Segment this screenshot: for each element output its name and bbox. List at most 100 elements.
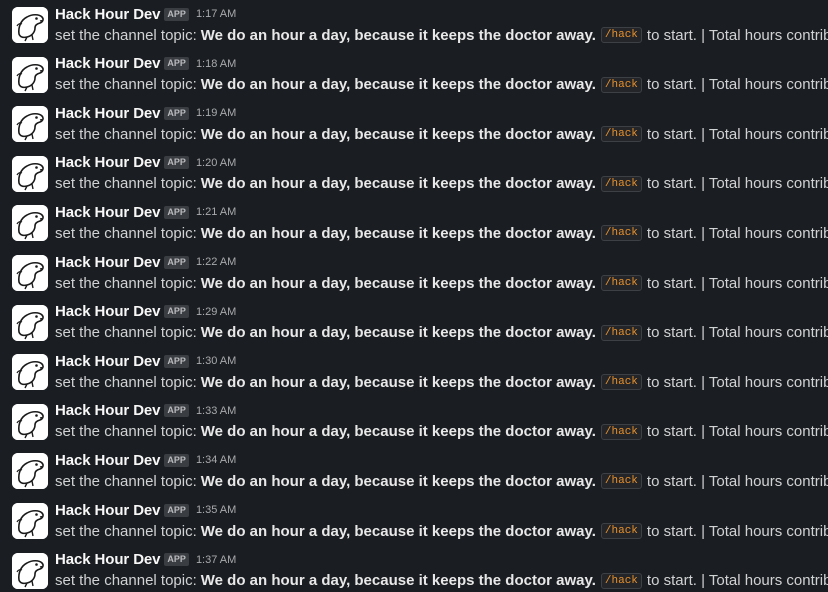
- message-body: set the channel topic: We do an hour a d…: [55, 422, 828, 442]
- message-header: Hack Hour Dev APP 1:33 AM: [55, 402, 236, 420]
- hack-command: /hack: [600, 523, 642, 539]
- topic-bold-text: We do an hour a day, because it keeps th…: [200, 224, 596, 242]
- hack-command: /hack: [600, 324, 642, 341]
- sender-name[interactable]: Hack Hour Dev: [55, 254, 161, 271]
- sender-name[interactable]: Hack Hour Dev: [55, 502, 161, 519]
- topic-rest-text: to start. | Total hours contributed: 0.0…: [646, 76, 828, 94]
- app-badge: APP: [164, 553, 189, 567]
- hack-command: /hack: [600, 572, 642, 589]
- dinosaur-icon[interactable]: [12, 205, 48, 242]
- topic-rest-text: to start. | Total hours contributed: 0.0…: [646, 572, 828, 590]
- topic-rest-text: to start. | Total hours contributed: 0.0…: [646, 472, 828, 490]
- message-header: Hack Hour Dev APP 1:30 AM: [55, 352, 236, 370]
- dinosaur-icon[interactable]: [12, 106, 48, 143]
- topic-action-text: set the channel topic:: [55, 572, 197, 590]
- message-timestamp[interactable]: 1:19 AM: [196, 107, 236, 119]
- topic-action-text: set the channel topic:: [55, 125, 197, 143]
- topic-bold-text: We do an hour a day, because it keeps th…: [200, 373, 596, 391]
- app-badge: APP: [164, 156, 189, 170]
- app-badge: APP: [164, 453, 189, 467]
- message-timestamp[interactable]: 1:20 AM: [196, 157, 236, 169]
- message-row: Hack Hour Dev APP 1:34 AM set the channe…: [0, 446, 828, 496]
- message-timestamp[interactable]: 1:37 AM: [196, 554, 236, 566]
- sender-name[interactable]: Hack Hour Dev: [55, 303, 161, 320]
- message-row: Hack Hour Dev APP 1:29 AM set the channe…: [0, 298, 828, 348]
- app-badge: APP: [164, 106, 189, 120]
- message-timestamp[interactable]: 1:34 AM: [196, 454, 236, 466]
- app-badge: APP: [164, 503, 189, 517]
- message-body: set the channel topic: We do an hour a d…: [55, 571, 828, 591]
- topic-action-text: set the channel topic:: [55, 224, 197, 242]
- topic-action-text: set the channel topic:: [55, 175, 197, 193]
- dinosaur-icon[interactable]: [12, 453, 48, 490]
- message-body: set the channel topic: We do an hour a d…: [55, 174, 828, 194]
- message-body: set the channel topic: We do an hour a d…: [55, 223, 828, 243]
- sender-name[interactable]: Hack Hour Dev: [55, 402, 161, 419]
- message-row: Hack Hour Dev APP 1:21 AM set the channe…: [0, 198, 828, 248]
- message-row: Hack Hour Dev APP 1:17 AM set the channe…: [0, 0, 828, 50]
- dinosaur-icon[interactable]: [12, 503, 48, 539]
- message-timestamp[interactable]: 1:35 AM: [196, 504, 236, 516]
- message-timestamp[interactable]: 1:17 AM: [196, 8, 236, 20]
- topic-bold-text: We do an hour a day, because it keeps th…: [200, 472, 596, 490]
- topic-rest-text: to start. | Total hours contributed: 0.0…: [646, 522, 828, 540]
- hack-command: /hack: [600, 423, 642, 440]
- topic-action-text: set the channel topic:: [55, 76, 197, 94]
- message-timestamp[interactable]: 1:29 AM: [196, 306, 236, 318]
- topic-rest-text: to start. | Total hours contributed: 0.0…: [646, 125, 828, 143]
- dinosaur-icon[interactable]: [12, 403, 48, 440]
- sender-name[interactable]: Hack Hour Dev: [55, 551, 161, 568]
- sender-name[interactable]: Hack Hour Dev: [55, 452, 161, 469]
- message-body: set the channel topic: We do an hour a d…: [55, 372, 828, 392]
- message-body: set the channel topic: We do an hour a d…: [55, 273, 828, 293]
- hack-command: /hack: [600, 126, 642, 143]
- topic-rest-text: to start. | Total hours contributed: 0.0…: [646, 26, 828, 44]
- app-badge: APP: [164, 7, 189, 21]
- sender-name[interactable]: Hack Hour Dev: [55, 6, 161, 23]
- message-timestamp[interactable]: 1:22 AM: [196, 256, 236, 268]
- message-body: set the channel topic: We do an hour a d…: [55, 25, 828, 45]
- topic-action-text: set the channel topic:: [55, 324, 197, 342]
- topic-rest-text: to start. | Total hours contributed: 0.0…: [646, 324, 828, 342]
- message-header: Hack Hour Dev APP 1:22 AM: [55, 253, 236, 271]
- dinosaur-icon[interactable]: [12, 7, 48, 43]
- app-badge: APP: [164, 305, 189, 319]
- dinosaur-icon[interactable]: [12, 304, 48, 341]
- topic-bold-text: We do an hour a day, because it keeps th…: [200, 274, 596, 292]
- hack-command: /hack: [600, 473, 642, 490]
- sender-name[interactable]: Hack Hour Dev: [55, 55, 161, 72]
- topic-action-text: set the channel topic:: [55, 472, 197, 490]
- message-body: set the channel topic: We do an hour a d…: [55, 75, 828, 95]
- hack-command: /hack: [600, 76, 642, 93]
- message-timestamp[interactable]: 1:33 AM: [196, 405, 236, 417]
- message-body: set the channel topic: We do an hour a d…: [55, 323, 828, 343]
- app-badge: APP: [164, 57, 189, 71]
- message-timestamp[interactable]: 1:21 AM: [196, 206, 236, 218]
- dinosaur-icon[interactable]: [12, 155, 48, 192]
- message-timestamp[interactable]: 1:18 AM: [196, 58, 236, 70]
- message-row: Hack Hour Dev APP 1:18 AM set the channe…: [0, 50, 828, 100]
- dinosaur-icon[interactable]: [12, 56, 48, 93]
- message-body: set the channel topic: We do an hour a d…: [55, 471, 828, 491]
- message-timestamp[interactable]: 1:30 AM: [196, 355, 236, 367]
- message-row: Hack Hour Dev APP 1:30 AM set the channe…: [0, 347, 828, 397]
- topic-action-text: set the channel topic:: [55, 274, 197, 292]
- topic-bold-text: We do an hour a day, because it keeps th…: [200, 175, 596, 193]
- message-header: Hack Hour Dev APP 1:21 AM: [55, 203, 236, 221]
- dinosaur-icon[interactable]: [12, 354, 48, 391]
- topic-bold-text: We do an hour a day, because it keeps th…: [200, 125, 596, 143]
- sender-name[interactable]: Hack Hour Dev: [55, 154, 161, 171]
- dinosaur-icon[interactable]: [12, 552, 48, 589]
- topic-rest-text: to start. | Total hours contributed: 0.0…: [646, 175, 828, 193]
- topic-bold-text: We do an hour a day, because it keeps th…: [200, 324, 596, 342]
- message-header: Hack Hour Dev APP 1:37 AM: [55, 551, 236, 569]
- message-row: Hack Hour Dev APP 1:19 AM set the channe…: [0, 99, 828, 149]
- message-row: Hack Hour Dev APP 1:20 AM set the channe…: [0, 149, 828, 199]
- message-row: Hack Hour Dev APP 1:22 AM set the channe…: [0, 248, 828, 298]
- sender-name[interactable]: Hack Hour Dev: [55, 353, 161, 370]
- hack-command: /hack: [600, 225, 642, 242]
- sender-name[interactable]: Hack Hour Dev: [55, 105, 161, 122]
- sender-name[interactable]: Hack Hour Dev: [55, 204, 161, 221]
- message-row: Hack Hour Dev APP 1:37 AM set the channe…: [0, 546, 828, 592]
- dinosaur-icon[interactable]: [12, 255, 48, 291]
